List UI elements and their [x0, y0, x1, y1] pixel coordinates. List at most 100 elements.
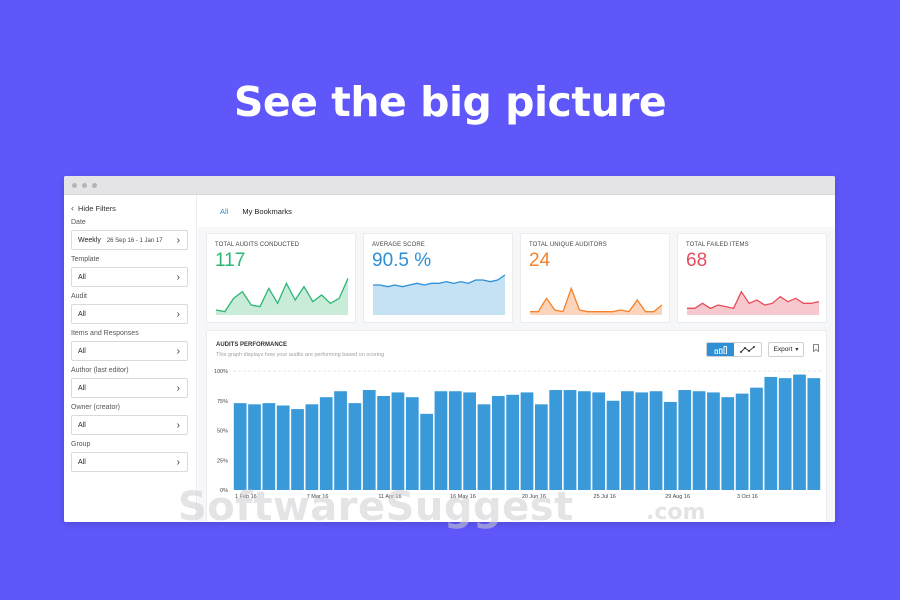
sparkline: [215, 278, 349, 315]
bar: [233, 403, 247, 490]
bar-chart-icon: [714, 345, 727, 354]
bar: [405, 397, 419, 490]
filter-value-text: Weekly: [78, 236, 101, 244]
filter-value-text: All: [78, 347, 86, 355]
headline: See the big picture: [233, 78, 667, 126]
kpi-card[interactable]: AVERAGE SCORE 90.5 %: [363, 233, 513, 323]
bar: [362, 390, 376, 490]
kpi-card[interactable]: TOTAL AUDITS CONDUCTED 117: [206, 233, 356, 323]
export-label: Export: [773, 346, 793, 353]
sparkline-area: [530, 288, 662, 315]
filter-select[interactable]: All ›: [71, 452, 188, 472]
kpi-card[interactable]: TOTAL UNIQUE AUDITORS 24: [520, 233, 670, 323]
window-dot-2: [82, 182, 87, 188]
bar: [248, 404, 261, 490]
bar: [664, 401, 677, 490]
watermark: SoftwareSuggest: [178, 484, 574, 530]
line-view-button[interactable]: [734, 343, 761, 356]
filter-value-text: All: [78, 458, 86, 466]
bar: [448, 391, 462, 490]
kpi-value: 68: [686, 250, 708, 271]
bar: [549, 390, 563, 490]
filter-label: Author (last editor): [71, 367, 129, 374]
tab-bar: All My Bookmarks: [198, 195, 835, 227]
kpi-card[interactable]: TOTAL FAILED ITEMS 68: [677, 233, 827, 323]
filter-value: Weekly 26 Sep 16 - 1 Jan 17: [78, 237, 163, 244]
sparkline: [530, 286, 663, 315]
y-tick-label: 75%: [217, 399, 228, 405]
bar: [764, 376, 778, 490]
bar: [678, 390, 692, 490]
filter-value-text: All: [78, 384, 86, 392]
bar: [491, 395, 505, 490]
y-tick-label: 100%: [214, 369, 228, 375]
tab-my-bookmarks[interactable]: My Bookmarks: [242, 207, 292, 216]
filter-label: Template: [71, 256, 100, 263]
bar: [621, 391, 634, 490]
filter-select[interactable]: Weekly 26 Sep 16 - 1 Jan 17 ›: [71, 230, 188, 250]
filter-select[interactable]: All ›: [71, 267, 188, 287]
bar: [334, 391, 347, 490]
bar: [391, 392, 405, 490]
bar: [707, 392, 720, 490]
tab-all[interactable]: All: [220, 207, 228, 216]
filter-select[interactable]: All ›: [71, 341, 188, 361]
chevron-right-icon: ›: [176, 382, 180, 394]
sparkline: [373, 274, 506, 315]
hide-filters-button[interactable]: ‹ Hide Filters: [71, 203, 188, 213]
filter-label: Items and Responses: [71, 330, 139, 337]
filter-value-text: All: [78, 421, 86, 429]
chevron-right-icon: ›: [176, 345, 180, 357]
filter-label: Date: [71, 219, 86, 226]
y-tick-label: 25%: [217, 458, 228, 464]
filter-label: Audit: [71, 293, 87, 300]
bar: [305, 404, 319, 490]
bar: [348, 403, 362, 490]
filter-value: All: [78, 422, 86, 429]
filter-label: Owner (creator): [71, 404, 121, 411]
sparkline: [687, 290, 820, 315]
bar: [721, 397, 735, 490]
kpi-cards: TOTAL AUDITS CONDUCTED 117 AVERAGE SCORE 90…: [206, 233, 827, 323]
filter-value-text: All: [78, 273, 86, 281]
performance-subtitle: This graph displays how your audits are …: [216, 352, 385, 358]
chevron-right-icon: ›: [176, 308, 180, 320]
bar: [778, 378, 792, 490]
x-tick-label: 25 Jul 16: [594, 494, 616, 500]
date-range: 26 Sep 16 - 1 Jan 17: [106, 237, 163, 244]
filter-list: Date Weekly 26 Sep 16 - 1 Jan 17 › Template A…: [71, 219, 188, 472]
bar: [735, 393, 749, 490]
chart-view-toggle: [706, 342, 762, 357]
bar: [377, 395, 390, 490]
y-tick-label: 50%: [217, 429, 228, 435]
bar: [592, 392, 606, 490]
bar: [319, 397, 333, 490]
bar: [291, 409, 304, 490]
line-chart-icon: [739, 345, 755, 353]
kpi-title: TOTAL UNIQUE AUDITORS: [529, 242, 607, 248]
bookmark-icon[interactable]: [813, 344, 819, 354]
window-dot-3: [92, 182, 97, 188]
filter-select[interactable]: All ›: [71, 378, 188, 398]
app-window: ‹ Hide Filters Date Weekly 26 Sep 16 - 1 J…: [64, 176, 835, 522]
bar: [520, 392, 534, 490]
chevron-right-icon: ›: [176, 456, 180, 468]
filter-value: All: [78, 348, 86, 355]
export-dropdown[interactable]: Export ▾: [768, 342, 804, 357]
chevron-left-icon: ‹: [71, 203, 74, 213]
filter-select[interactable]: All ›: [71, 304, 188, 324]
bar: [635, 392, 649, 490]
watermark-suffix: .com: [646, 500, 706, 525]
bar: [534, 404, 548, 490]
bar-view-button[interactable]: [707, 343, 734, 356]
chevron-right-icon: ›: [176, 271, 180, 283]
bar: [563, 390, 577, 490]
filter-select[interactable]: All ›: [71, 415, 188, 435]
bar: [793, 374, 806, 490]
dashboard-main: All My Bookmarks TOTAL AUDITS CONDUCTED 1…: [198, 195, 835, 522]
kpi-value: 24: [529, 250, 551, 271]
filter-value-text: All: [78, 310, 86, 318]
bar: [606, 400, 620, 490]
bar: [463, 392, 477, 490]
filters-sidebar: ‹ Hide Filters Date Weekly 26 Sep 16 - 1 J…: [64, 195, 197, 522]
